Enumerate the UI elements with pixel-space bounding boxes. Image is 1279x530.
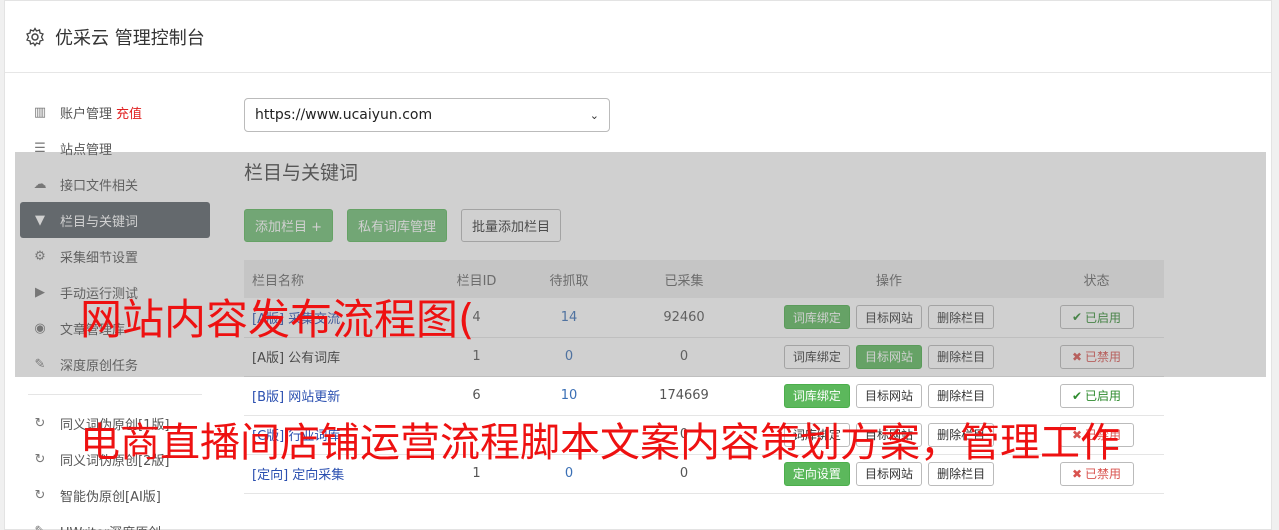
row-actions: 词库绑定 目标网站 删除栏目 <box>749 337 1029 376</box>
sidebar-item-label: 栏目与关键词 <box>60 214 139 230</box>
sidebar-item-account[interactable]: ▥ 账户管理 充值 <box>20 94 210 130</box>
bar-chart-icon: ▥ <box>33 104 47 120</box>
watermark-line1: 网站内容发布流程图( <box>80 295 475 344</box>
top-bar: 优采云 管理控制台 <box>5 1 1271 73</box>
filter-icon: ▼ <box>35 212 45 228</box>
sidebar-item-label: 深度原创任务 <box>60 358 139 374</box>
sidebar-item-interface[interactable]: ☁ 接口文件相关 <box>20 166 210 202</box>
col-header-pending: 待抓取 <box>549 273 589 289</box>
add-column-button[interactable]: 添加栏目 + <box>244 209 334 242</box>
refresh-icon: ↻ <box>34 487 46 503</box>
sidebar-item-label: 智能伪原创[AI版] <box>60 489 161 505</box>
target-site-button[interactable]: 目标网站 <box>855 344 922 369</box>
cogs-icon: ⚙ <box>34 248 46 264</box>
play-icon: ▶ <box>35 284 45 300</box>
gear-icon <box>26 26 44 47</box>
column-collected: 0 <box>679 349 689 364</box>
sidebar-item-label: 站点管理 <box>60 142 113 158</box>
check-icon: ✔ <box>1071 388 1083 403</box>
col-header-collected: 已采集 <box>664 273 704 289</box>
delete-column-button[interactable]: 删除栏目 <box>928 344 995 369</box>
lexicon-bind-button[interactable]: 词库绑定 <box>783 305 850 330</box>
refresh-icon: ↻ <box>34 451 46 467</box>
row-actions: 词库绑定 目标网站 删除栏目 <box>749 298 1029 337</box>
sidebar-item-label: UWriter深度原创 <box>60 522 161 530</box>
col-header-status: 状态 <box>1083 273 1110 289</box>
database-icon: ◉ <box>34 320 46 336</box>
page-title: 栏目与关键词 <box>244 162 359 184</box>
delete-column-button[interactable]: 删除栏目 <box>928 383 995 408</box>
sidebar-item-collect-settings[interactable]: ⚙ 采集细节设置 <box>20 238 210 274</box>
target-site-button[interactable]: 目标网站 <box>855 383 922 408</box>
sidebar-item-deep-original[interactable]: ✎ 深度原创任务 <box>20 346 210 382</box>
row-status: ✔ 已启用 <box>1029 298 1164 337</box>
column-collected: 92460 <box>663 309 705 325</box>
col-header-actions: 操作 <box>875 273 902 289</box>
sidebar-item-sites[interactable]: ☰ 站点管理 <box>20 130 210 166</box>
lexicon-bind-button[interactable]: 词库绑定 <box>783 344 850 369</box>
sidebar-item-label: 接口文件相关 <box>60 178 139 194</box>
delete-column-button[interactable]: 删除栏目 <box>928 305 995 330</box>
close-icon: ✖ <box>1071 466 1083 481</box>
edit-icon: ✎ <box>32 523 48 530</box>
status-toggle[interactable]: ✔ 已启用 <box>1059 305 1134 330</box>
status-label: 已启用 <box>1085 310 1122 325</box>
site-select-value: https://www.ucaiyun.com <box>255 107 433 123</box>
sidebar-item-columns[interactable]: ▼ 栏目与关键词 <box>20 202 210 238</box>
sidebar-item-uwriter[interactable]: ✎ UWriter深度原创 <box>20 513 210 530</box>
cloud-upload-icon: ☁ <box>33 176 47 192</box>
column-pending[interactable]: 14 <box>519 298 619 337</box>
edit-icon: ✎ <box>34 356 46 372</box>
batch-add-button[interactable]: 批量添加栏目 <box>461 209 562 242</box>
column-pending[interactable]: 0 <box>519 337 619 376</box>
app-title: 优采云 管理控制台 <box>55 27 205 49</box>
status-toggle[interactable]: ✔ 已启用 <box>1059 383 1134 408</box>
toolbar: 添加栏目 + 私有词库管理 批量添加栏目 <box>244 209 1164 242</box>
sidebar-item-label: 账户管理 <box>60 106 113 122</box>
private-lexicon-button[interactable]: 私有词库管理 <box>347 209 448 242</box>
refresh-icon: ↻ <box>34 415 46 431</box>
sidebar-divider <box>28 394 202 395</box>
row-status: ✖ 已禁用 <box>1029 337 1164 376</box>
target-site-button[interactable]: 目标网站 <box>855 305 922 330</box>
recharge-link[interactable]: 充值 <box>116 103 142 122</box>
status-toggle[interactable]: ✖ 已禁用 <box>1059 344 1134 369</box>
chevron-down-icon: ⌄ <box>589 108 599 122</box>
status-label: 已启用 <box>1085 389 1122 403</box>
status-label: 已禁用 <box>1085 350 1122 364</box>
lexicon-bind-button[interactable]: 词库绑定 <box>783 383 850 408</box>
check-icon: ✔ <box>1071 310 1083 325</box>
watermark-line2: 电商直播间店铺运营流程脚本文案内容策划方案，管理工作 <box>80 420 1120 466</box>
sidebar-item-label: 采集细节设置 <box>60 250 139 266</box>
server-icon: ☰ <box>34 140 46 156</box>
close-icon: ✖ <box>1071 349 1083 364</box>
sidebar-item-ai-original[interactable]: ↻ 智能伪原创[AI版] <box>20 477 210 513</box>
site-select[interactable]: https://www.ucaiyun.com ⌄ <box>244 98 610 132</box>
